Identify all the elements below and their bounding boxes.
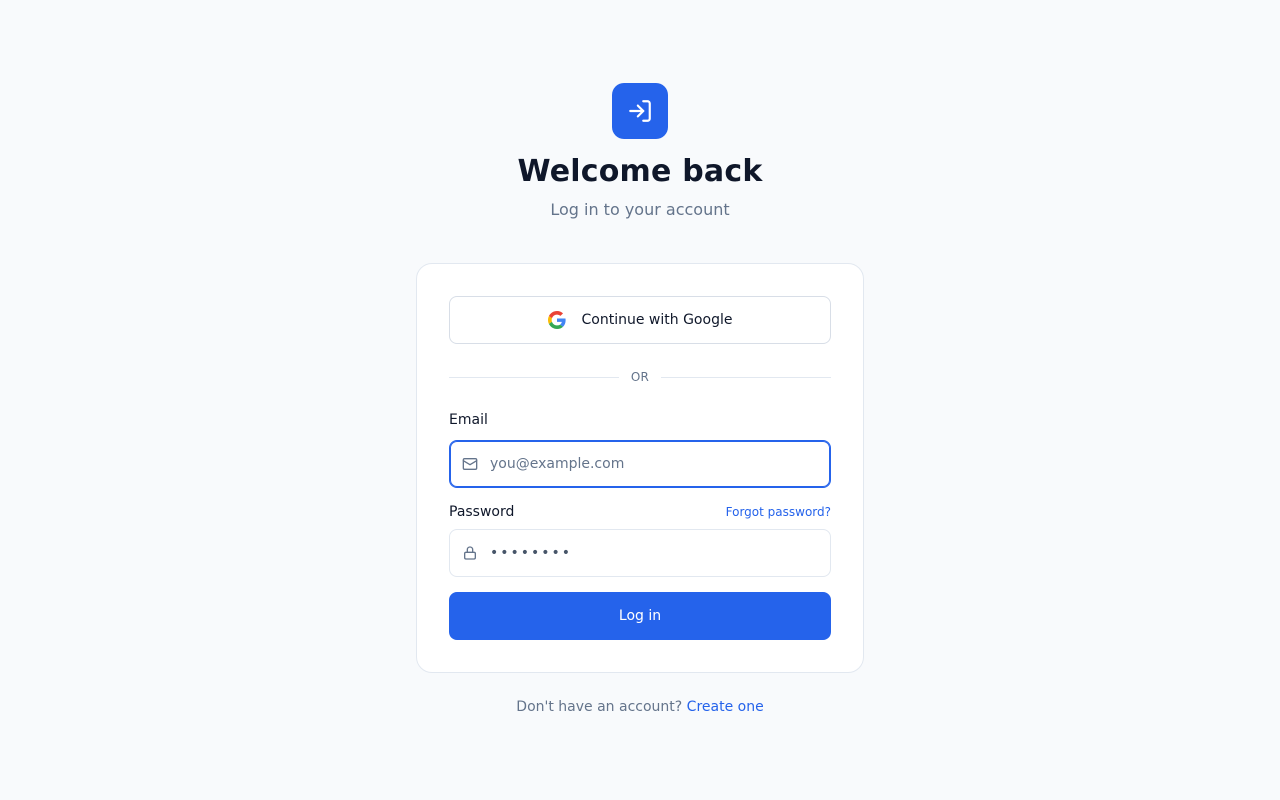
divider-line-left — [449, 376, 619, 378]
login-button[interactable]: Log in — [449, 592, 831, 640]
page-subtitle: Log in to your account — [550, 200, 730, 219]
lock-icon — [464, 546, 476, 560]
login-card: Continue with Google OR Email Password F… — [416, 263, 864, 673]
google-button-label: Continue with Google — [581, 312, 733, 328]
password-label: Password — [449, 504, 515, 520]
email-field-wrapper[interactable] — [449, 440, 831, 488]
email-label: Email — [449, 412, 488, 428]
password-field[interactable] — [490, 533, 820, 573]
password-field-wrapper[interactable] — [449, 529, 831, 577]
page-title: Welcome back — [517, 154, 763, 189]
google-signin-button[interactable]: Continue with Google — [449, 296, 831, 344]
login-arrow-icon — [612, 83, 668, 139]
email-field[interactable] — [490, 444, 820, 484]
signup-prompt: Don't have an account? Create one — [0, 697, 1280, 717]
signup-prompt-text: Don't have an account? — [516, 699, 683, 715]
create-account-link[interactable]: Create one — [687, 699, 764, 715]
login-page: Welcome back Log in to your account Cont… — [0, 0, 1280, 800]
google-icon — [547, 311, 566, 329]
forgot-password-link[interactable]: Forgot password? — [726, 504, 831, 520]
divider-text: OR — [630, 370, 650, 384]
divider-line-right — [661, 376, 832, 378]
mail-icon — [462, 458, 478, 470]
or-divider: OR — [449, 367, 832, 387]
